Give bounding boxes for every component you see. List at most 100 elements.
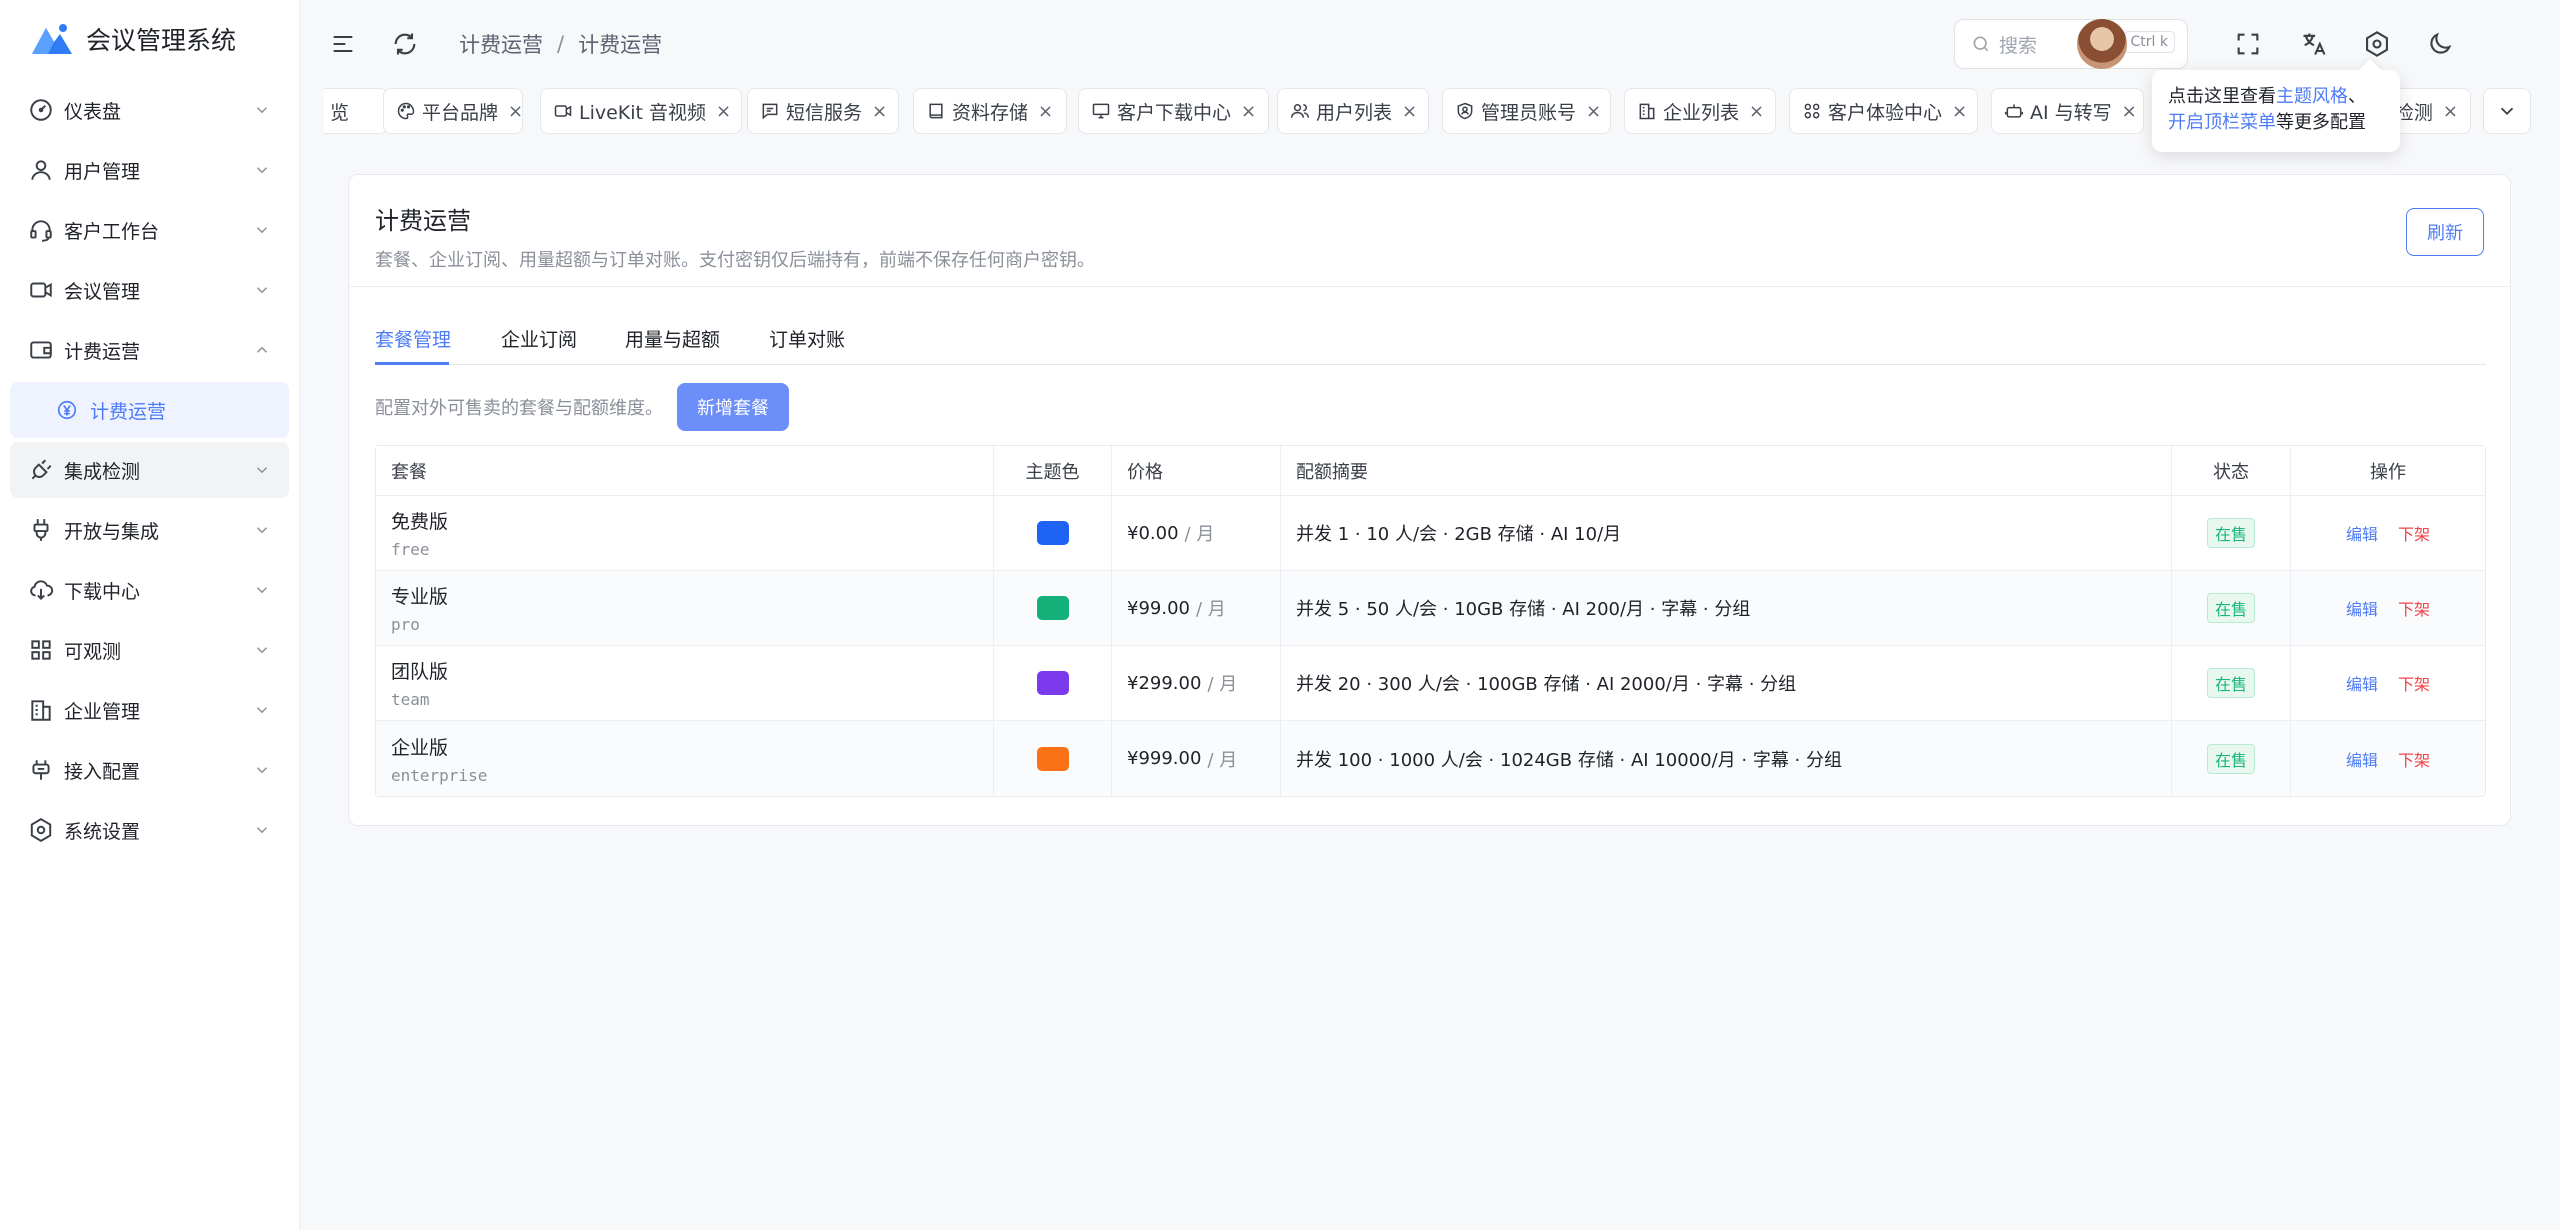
toolbar-description: 配置对外可售卖的套餐与配额维度。	[375, 398, 663, 419]
sidebar-item-enterprise-management[interactable]: 企业管理	[10, 682, 289, 738]
search-shortcut: Ctrl k	[2123, 31, 2175, 53]
billing-card: 计费运营 套餐、企业订阅、用量超额与订单对账。支付密钥仅后端持有，前端不保存任何…	[348, 174, 2511, 826]
tab-user-list[interactable]: 用户列表 ×	[1277, 88, 1429, 134]
sidebar-item-observability[interactable]: 可观测	[10, 622, 289, 678]
delist-link[interactable]: 下架	[2398, 671, 2430, 695]
sidebar-item-system-settings[interactable]: 系统设置	[10, 802, 289, 858]
edit-link[interactable]: 编辑	[2346, 747, 2378, 771]
tab-usage-overage[interactable]: 用量与超额	[625, 325, 720, 352]
add-package-button[interactable]: 新增套餐	[677, 383, 789, 431]
robot-icon	[2004, 104, 2024, 118]
delist-link[interactable]: 下架	[2398, 747, 2430, 771]
price-value: ¥999.00	[1127, 748, 1202, 769]
chevron-down-icon	[2500, 107, 2514, 116]
tab-enterprise-list[interactable]: 企业列表 ×	[1624, 88, 1776, 134]
price-cell: ¥99.00/ 月	[1112, 571, 1281, 645]
tab-label: 平台品牌	[422, 101, 499, 124]
tab-admin-accounts[interactable]: 管理员账号 ×	[1442, 88, 1611, 134]
book-icon	[929, 103, 943, 119]
translate-icon[interactable]	[2294, 24, 2334, 64]
sidebar-item-dashboard[interactable]: 仪表盘	[10, 82, 289, 138]
fullscreen-icon[interactable]	[2228, 24, 2268, 64]
column-header-status: 状态	[2172, 446, 2291, 495]
sidebar-item-user-management[interactable]: 用户管理	[10, 142, 289, 198]
plug-check-icon	[31, 459, 52, 480]
search-input[interactable]: 搜索 Ctrl k	[1954, 19, 2188, 69]
tab-close-icon[interactable]: ×	[1038, 101, 1053, 122]
tab-close-icon[interactable]: ×	[1749, 101, 1764, 122]
price-value: ¥99.00	[1127, 597, 1190, 619]
tab-customer-experience[interactable]: 客户体验中心 ×	[1789, 88, 1978, 134]
edit-link[interactable]: 编辑	[2346, 671, 2378, 695]
avatar[interactable]	[2077, 19, 2127, 69]
actions-cell: 编辑 下架	[2291, 721, 2485, 796]
refresh-icon[interactable]	[385, 24, 425, 64]
tab-sms[interactable]: 短信服务 ×	[747, 88, 899, 134]
edit-link[interactable]: 编辑	[2346, 596, 2378, 620]
search-icon	[1973, 36, 1989, 52]
sidebar-item-access-config[interactable]: 接入配置	[10, 742, 289, 798]
tab-storage[interactable]: 资料存储 ×	[913, 88, 1067, 134]
tab-close-icon[interactable]: ×	[2443, 101, 2458, 122]
tab-package-management[interactable]: 套餐管理	[375, 325, 451, 352]
refresh-button[interactable]: 刷新	[2406, 208, 2484, 256]
apps-icon	[1804, 103, 1820, 119]
tab-order-reconciliation[interactable]: 订单对账	[769, 325, 845, 352]
package-cell: 企业版 enterprise	[376, 721, 994, 796]
tab-platform-brand[interactable]: 平台品牌 ×	[383, 88, 523, 134]
price-unit: / 月	[1207, 749, 1238, 771]
delist-link[interactable]: 下架	[2398, 596, 2430, 620]
tab-customer-download[interactable]: 客户下载中心 ×	[1078, 88, 1269, 134]
building-icon	[1639, 103, 1655, 120]
edit-link[interactable]: 编辑	[2346, 521, 2378, 545]
menu-toggle-icon[interactable]	[323, 24, 363, 64]
dark-mode-icon[interactable]	[2420, 24, 2460, 64]
plug-icon	[33, 519, 49, 541]
tooltip-link-topbar[interactable]: 开启顶栏菜单	[2168, 112, 2276, 133]
gear-icon	[30, 818, 52, 842]
tab-label: 管理员账号	[1481, 101, 1577, 124]
tab-enterprise-subscription[interactable]: 企业订阅	[501, 325, 577, 352]
tab-close-icon[interactable]: ×	[1952, 101, 1967, 122]
tab-livekit[interactable]: LiveKit 音视频 ×	[540, 88, 742, 134]
tab-close-icon[interactable]: ×	[1586, 101, 1601, 122]
price-unit: / 月	[1195, 599, 1226, 620]
users-icon	[1290, 104, 1310, 118]
sidebar-item-meeting-management[interactable]: 会议管理	[10, 262, 289, 318]
tab-close-icon[interactable]: ×	[872, 101, 887, 122]
tab-overview[interactable]: 览	[324, 88, 388, 134]
tab-close-icon[interactable]: ×	[1402, 101, 1417, 122]
chevron-down-icon	[256, 767, 268, 774]
tab-close-icon[interactable]: ×	[716, 101, 731, 122]
app-logo[interactable]: 会议管理系统	[0, 0, 299, 78]
tooltip-link-theme[interactable]: 主题风格	[2276, 86, 2348, 107]
column-header-price: 价格	[1112, 446, 1281, 495]
breadcrumb: 计费运营 / 计费运营	[459, 29, 662, 59]
status-cell: 在售	[2172, 646, 2291, 720]
breadcrumb-item[interactable]: 计费运营	[459, 29, 543, 59]
package-code: team	[391, 690, 430, 709]
sidebar-item-label: 系统设置	[64, 820, 141, 843]
settings-icon[interactable]	[2357, 24, 2397, 64]
sidebar-item-download-center[interactable]: 下载中心	[10, 562, 289, 618]
tab-close-icon[interactable]: ×	[508, 101, 522, 122]
sidebar-item-label: 开放与集成	[64, 520, 160, 543]
sidebar-item-customer-workbench[interactable]: 客户工作台	[10, 202, 289, 258]
chevron-down-icon	[256, 467, 268, 474]
sidebar-item-open-integration[interactable]: 开放与集成	[10, 502, 289, 558]
chevron-down-icon	[256, 707, 268, 714]
tab-ai-transcription[interactable]: AI 与转写 ×	[1991, 88, 2144, 134]
sidebar-subitem-billing[interactable]: 计费运营	[10, 382, 289, 438]
building-icon	[31, 700, 51, 721]
color-swatch	[1036, 671, 1069, 695]
tabs-more-button[interactable]	[2483, 88, 2531, 134]
video-icon	[30, 282, 52, 298]
sidebar-item-billing[interactable]: 计费运营	[10, 322, 289, 378]
status-badge: 在售	[2206, 593, 2255, 623]
tab-close-icon[interactable]: ×	[1241, 101, 1256, 122]
tab-close-icon[interactable]: ×	[2122, 101, 2137, 122]
sidebar-item-integration-check[interactable]: 集成检测	[10, 442, 289, 498]
quota-cell: 并发 1 · 10 人/会 · 2GB 存储 · AI 10/月	[1281, 496, 2172, 570]
delist-link[interactable]: 下架	[2398, 521, 2430, 545]
status-cell: 在售	[2172, 571, 2291, 645]
